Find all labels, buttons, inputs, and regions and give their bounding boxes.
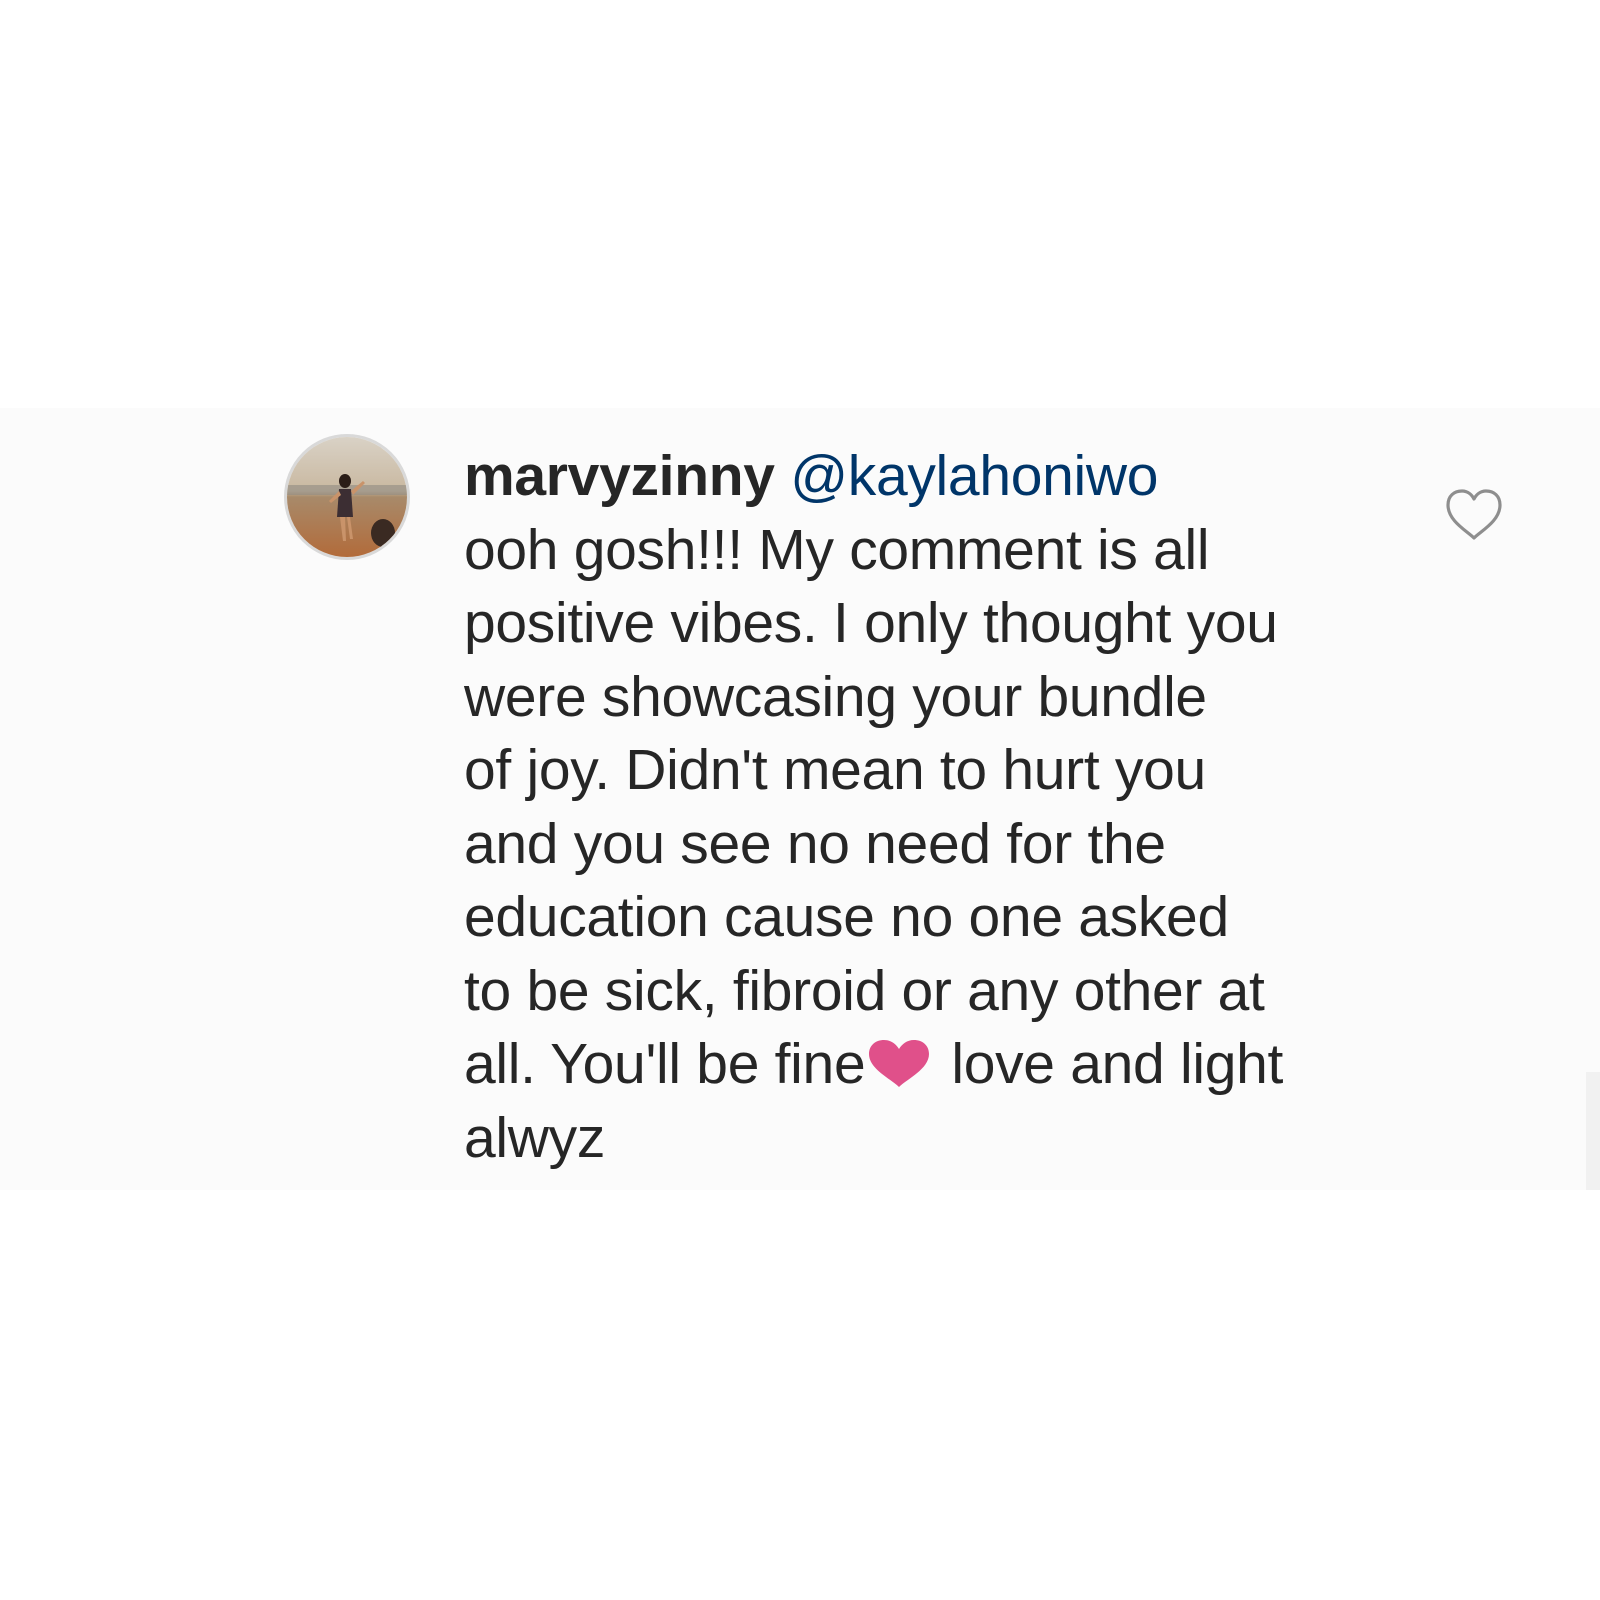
comment-line-3: were showcasing your bundle	[464, 664, 1207, 729]
comment-line-7: to be sick, fibroid or any other at	[464, 958, 1265, 1023]
heart-outline-icon	[1446, 489, 1502, 540]
comment-line-4: of joy. Didn't mean to hurt you	[464, 738, 1206, 802]
comment-line-8: all. You'll be fine love and light	[464, 1028, 1424, 1102]
username-link[interactable]: marvyzinny	[464, 444, 775, 508]
page: marvyzinny @kaylahoniwo ooh gosh!!! My c…	[0, 0, 1600, 1600]
comment-line-5: and you see no need for the	[464, 811, 1166, 876]
pink-heart-emoji-icon	[867, 1034, 931, 1087]
comment-text: marvyzinny @kaylahoniwo ooh gosh!!! My c…	[464, 440, 1424, 1175]
avatar[interactable]	[284, 434, 410, 560]
mention-link[interactable]: @kaylahoniwo	[790, 444, 1158, 508]
comment-line-1: ooh gosh!!! My comment is all	[464, 517, 1210, 582]
avatar-photo	[287, 437, 407, 557]
comment-line-8-end: love and light	[951, 1032, 1284, 1096]
comment-line-8-start: all. You'll be fine	[464, 1032, 866, 1096]
comment-line-6: education cause no one asked	[464, 885, 1229, 949]
comment-line-2: positive vibes. I only thought you	[464, 591, 1278, 655]
comment-header: marvyzinny @kaylahoniwo	[464, 440, 1424, 514]
comment-line-9: alwyz	[464, 1105, 606, 1170]
like-button[interactable]	[1445, 488, 1503, 542]
scroll-edge	[1586, 1072, 1600, 1190]
